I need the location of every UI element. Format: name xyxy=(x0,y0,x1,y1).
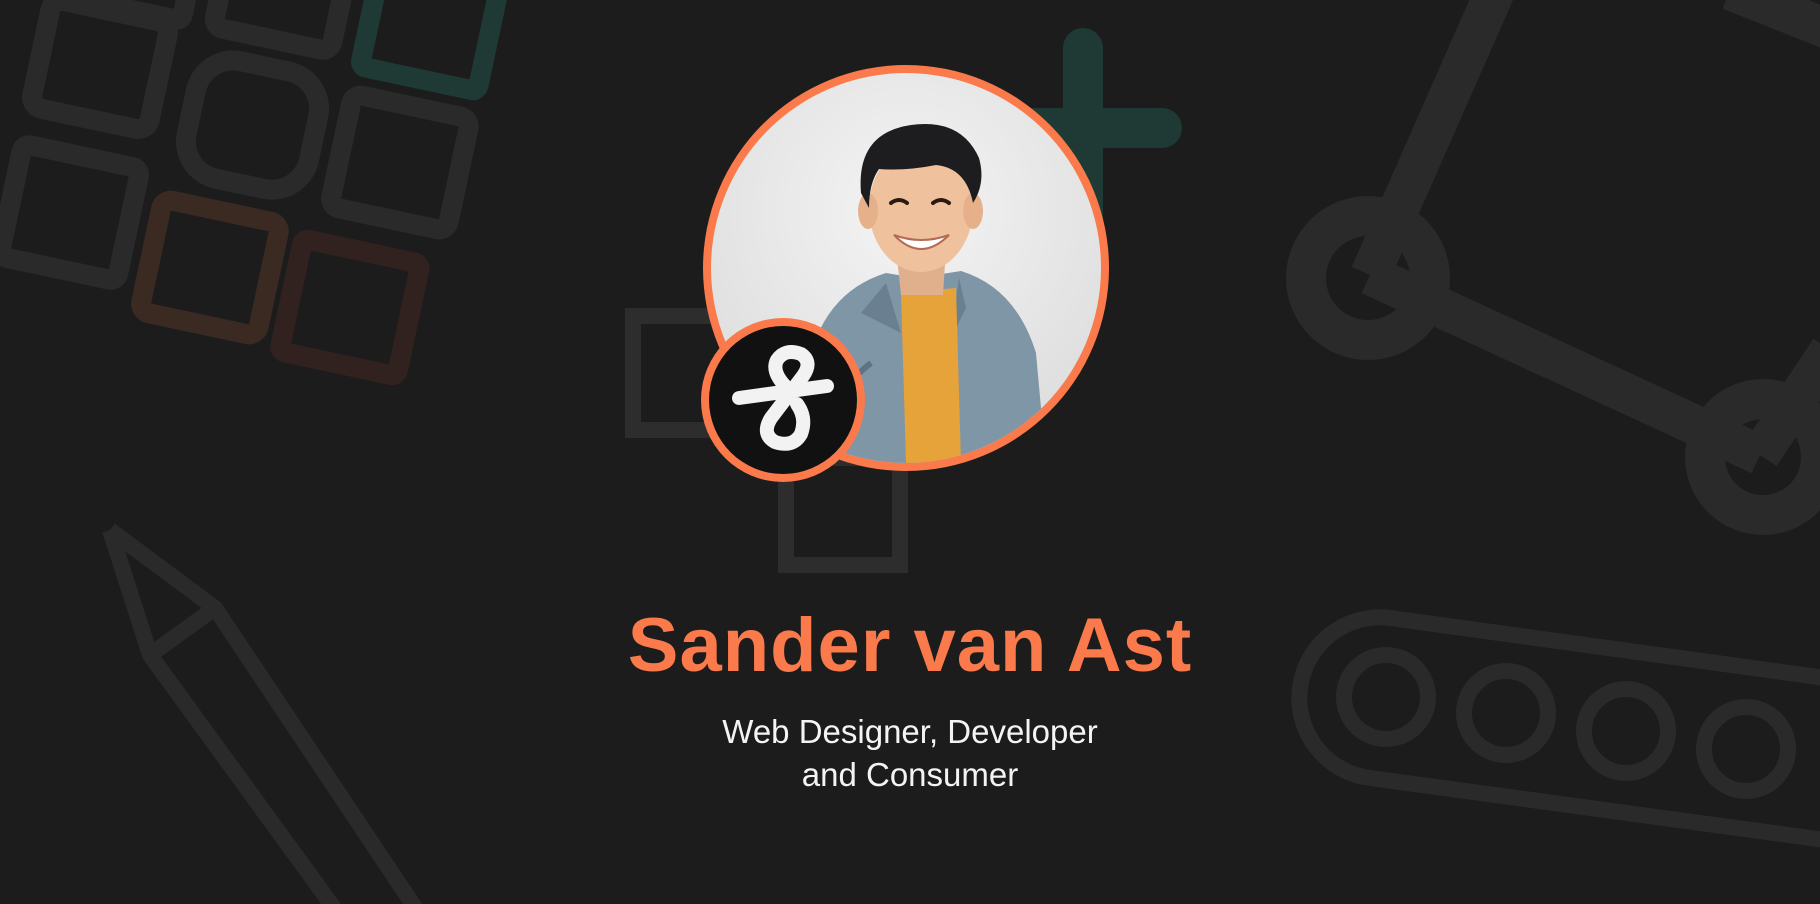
robot-arm-icon xyxy=(1286,0,1820,535)
ampersand-logo-icon xyxy=(732,345,834,451)
tagline-line-2: and Consumer xyxy=(801,756,1019,793)
logo-badge xyxy=(709,326,857,474)
tagline-line-1: Web Designer, Developer xyxy=(722,713,1098,750)
profile-avatar xyxy=(701,65,1117,482)
profile-name: Sander van Ast xyxy=(627,603,1193,688)
grid-squares-icon xyxy=(0,0,510,386)
profile-tagline: Web Designer, Developer and Consumer xyxy=(0,710,1820,796)
